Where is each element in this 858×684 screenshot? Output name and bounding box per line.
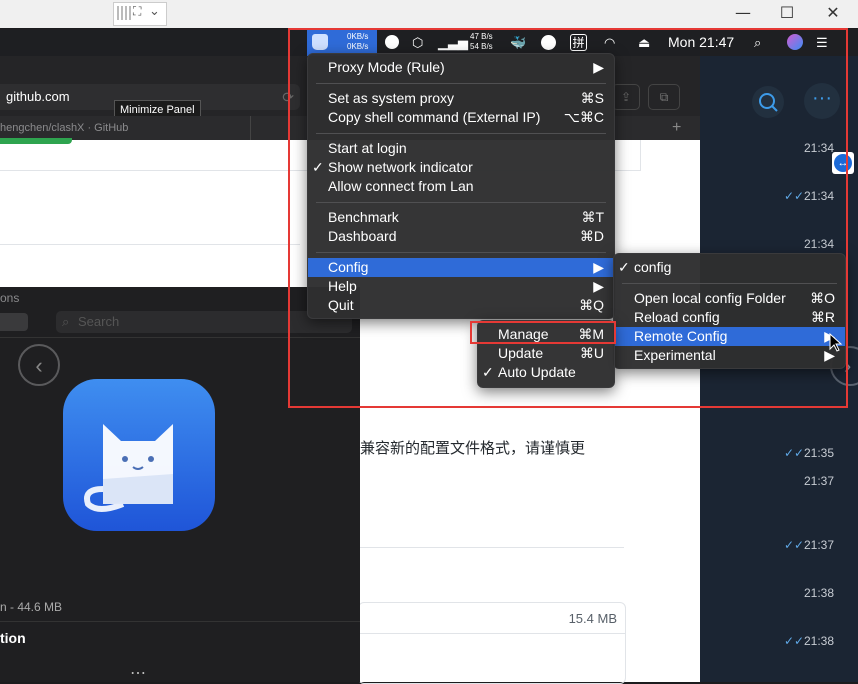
annotation-box-menu xyxy=(288,28,848,408)
toolbar-button[interactable] xyxy=(0,313,28,331)
asset-list: 15.4 MB xyxy=(358,602,626,684)
page-divider xyxy=(0,244,300,245)
asset-divider xyxy=(359,633,625,634)
window-titlebar: ⛶ ⌄ — ☐ ✕ xyxy=(0,0,858,28)
maximize-button[interactable]: ☐ xyxy=(764,0,810,28)
read-check-icon: ✓✓ xyxy=(784,634,805,648)
grid-icon xyxy=(117,6,131,20)
snap-widget[interactable]: ⛶ ⌄ xyxy=(113,2,167,26)
section-title: tion xyxy=(0,630,26,646)
minimize-button[interactable]: — xyxy=(720,0,766,28)
expand-icon: ⛶ xyxy=(133,4,142,18)
back-arrow-icon[interactable]: ‹ xyxy=(18,344,60,386)
tab-divider xyxy=(250,116,251,140)
clashx-app-icon xyxy=(63,379,215,531)
message-time: 21:38 xyxy=(804,586,835,600)
cat-icon xyxy=(84,424,173,512)
chevron-down-icon: ⌄ xyxy=(149,3,160,18)
message-time: 21:37 xyxy=(804,538,835,552)
asset-size: 15.4 MB xyxy=(568,611,617,626)
search-placeholder: Search xyxy=(78,314,120,329)
search-icon: ⌕ xyxy=(62,314,70,329)
read-check-icon: ✓✓ xyxy=(784,538,805,552)
release-note-text: 兼容新的配置文件格式，请谨慎更 xyxy=(360,440,586,457)
close-button[interactable]: ✕ xyxy=(810,0,856,28)
message-time: 21:37 xyxy=(804,474,835,488)
url-text: github.com xyxy=(6,89,70,104)
app-size: n - 44.6 MB xyxy=(0,600,63,614)
more-icon[interactable]: ⋯ xyxy=(130,663,146,683)
annotation-box-manage xyxy=(470,321,616,344)
page-divider-2 xyxy=(360,547,624,548)
read-check-icon: ✓✓ xyxy=(784,446,805,460)
message-time: 21:35 xyxy=(804,446,835,460)
store-divider-2 xyxy=(0,621,360,622)
message-time: 21:38 xyxy=(804,634,835,648)
tab-title[interactable]: hengchen/clashX · GitHub xyxy=(0,116,128,140)
